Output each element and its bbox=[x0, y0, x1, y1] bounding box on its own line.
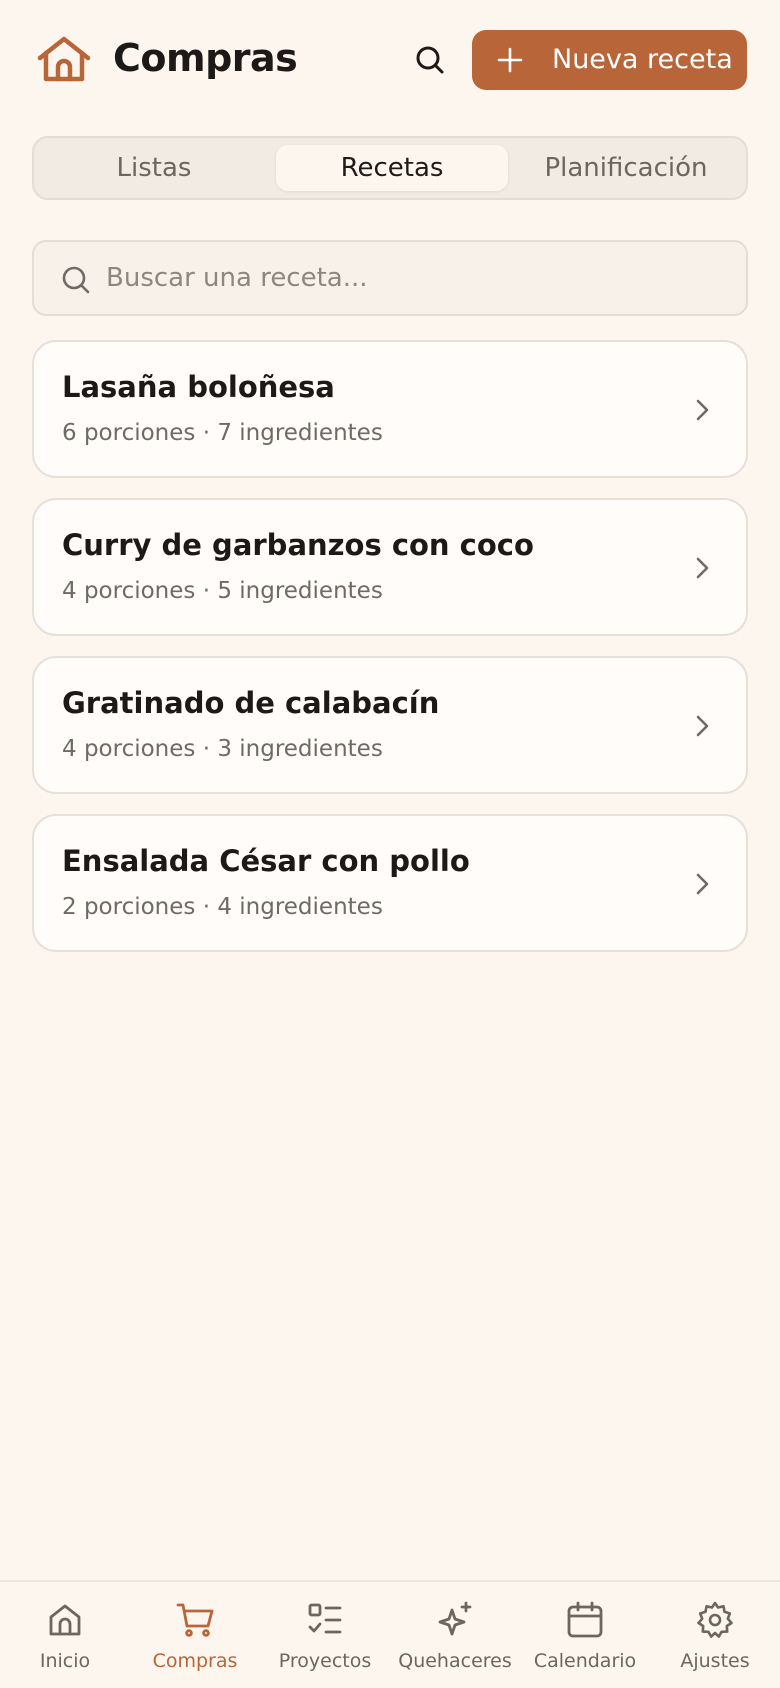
nav-item-quehaceres[interactable]: Quehaceres bbox=[390, 1582, 520, 1688]
nav-item-compras[interactable]: Compras bbox=[130, 1582, 260, 1688]
recipe-name: Gratinado de calabacín bbox=[62, 686, 440, 720]
bottom-nav: Inicio Compras Proyectos Quehaceres Cale… bbox=[0, 1580, 780, 1688]
checklist-icon bbox=[308, 1603, 342, 1634]
recipe-meta: 4 porciones · 3 ingredientes bbox=[62, 736, 383, 762]
nav-label: Compras bbox=[152, 1650, 238, 1672]
chevron-right-icon bbox=[696, 399, 709, 421]
chevron-right-icon bbox=[696, 715, 709, 737]
nav-item-calendario[interactable]: Calendario bbox=[520, 1582, 650, 1688]
sparkles-icon bbox=[438, 1601, 472, 1636]
recipe-search-input[interactable] bbox=[106, 242, 726, 314]
search-button[interactable] bbox=[406, 38, 454, 82]
nav-label: Calendario bbox=[533, 1650, 637, 1672]
nav-label: Quehaceres bbox=[398, 1650, 512, 1672]
top-bar: Compras Nueva receta bbox=[0, 0, 780, 120]
recipe-name: Curry de garbanzos con coco bbox=[62, 528, 534, 562]
recipe-meta: 2 porciones · 4 ingredientes bbox=[62, 894, 383, 920]
tab-planificacion[interactable]: Planificación bbox=[512, 145, 740, 191]
recipe-card[interactable]: Curry de garbanzos con coco 4 porciones … bbox=[32, 498, 748, 636]
tab-listas[interactable]: Listas bbox=[42, 145, 266, 191]
chevron-right-icon bbox=[696, 873, 709, 895]
chevron-right-icon bbox=[696, 557, 709, 579]
recipe-list: Lasaña boloñesa 6 porciones · 7 ingredie… bbox=[32, 340, 748, 972]
search-icon bbox=[416, 46, 444, 74]
plus-icon bbox=[497, 47, 523, 73]
recipe-search-field bbox=[32, 240, 748, 316]
recipe-card[interactable]: Gratinado de calabacín 4 porciones · 3 i… bbox=[32, 656, 748, 794]
recipe-meta: 4 porciones · 5 ingredientes bbox=[62, 578, 383, 604]
recipe-card[interactable]: Ensalada César con pollo 2 porciones · 4… bbox=[32, 814, 748, 952]
recipe-meta: 6 porciones · 7 ingredientes bbox=[62, 420, 383, 446]
section-tabs: Listas Recetas Planificación bbox=[32, 136, 748, 200]
cart-icon bbox=[176, 1603, 214, 1637]
new-recipe-button[interactable]: Nueva receta bbox=[472, 30, 747, 90]
nav-item-proyectos[interactable]: Proyectos bbox=[260, 1582, 390, 1688]
nav-item-ajustes[interactable]: Ajustes bbox=[650, 1582, 780, 1688]
nav-label: Proyectos bbox=[278, 1650, 372, 1672]
tab-recetas[interactable]: Recetas bbox=[276, 145, 508, 191]
recipe-name: Ensalada César con pollo bbox=[62, 844, 470, 878]
home-icon bbox=[49, 1604, 81, 1636]
nav-label: Inicio bbox=[39, 1650, 91, 1672]
nav-label: Ajustes bbox=[680, 1650, 750, 1672]
recipe-name: Lasaña boloñesa bbox=[62, 370, 335, 404]
recipe-card[interactable]: Lasaña boloñesa 6 porciones · 7 ingredie… bbox=[32, 340, 748, 478]
app: Compras Nueva receta Listas Recetas Plan… bbox=[0, 0, 780, 1688]
home-logo-icon bbox=[37, 36, 91, 82]
page-title: Compras bbox=[113, 36, 298, 80]
gear-icon bbox=[697, 1601, 733, 1638]
new-recipe-label: Nueva receta bbox=[552, 44, 733, 75]
calendar-icon bbox=[567, 1601, 603, 1638]
nav-item-inicio[interactable]: Inicio bbox=[0, 1582, 130, 1688]
search-icon bbox=[62, 266, 90, 294]
